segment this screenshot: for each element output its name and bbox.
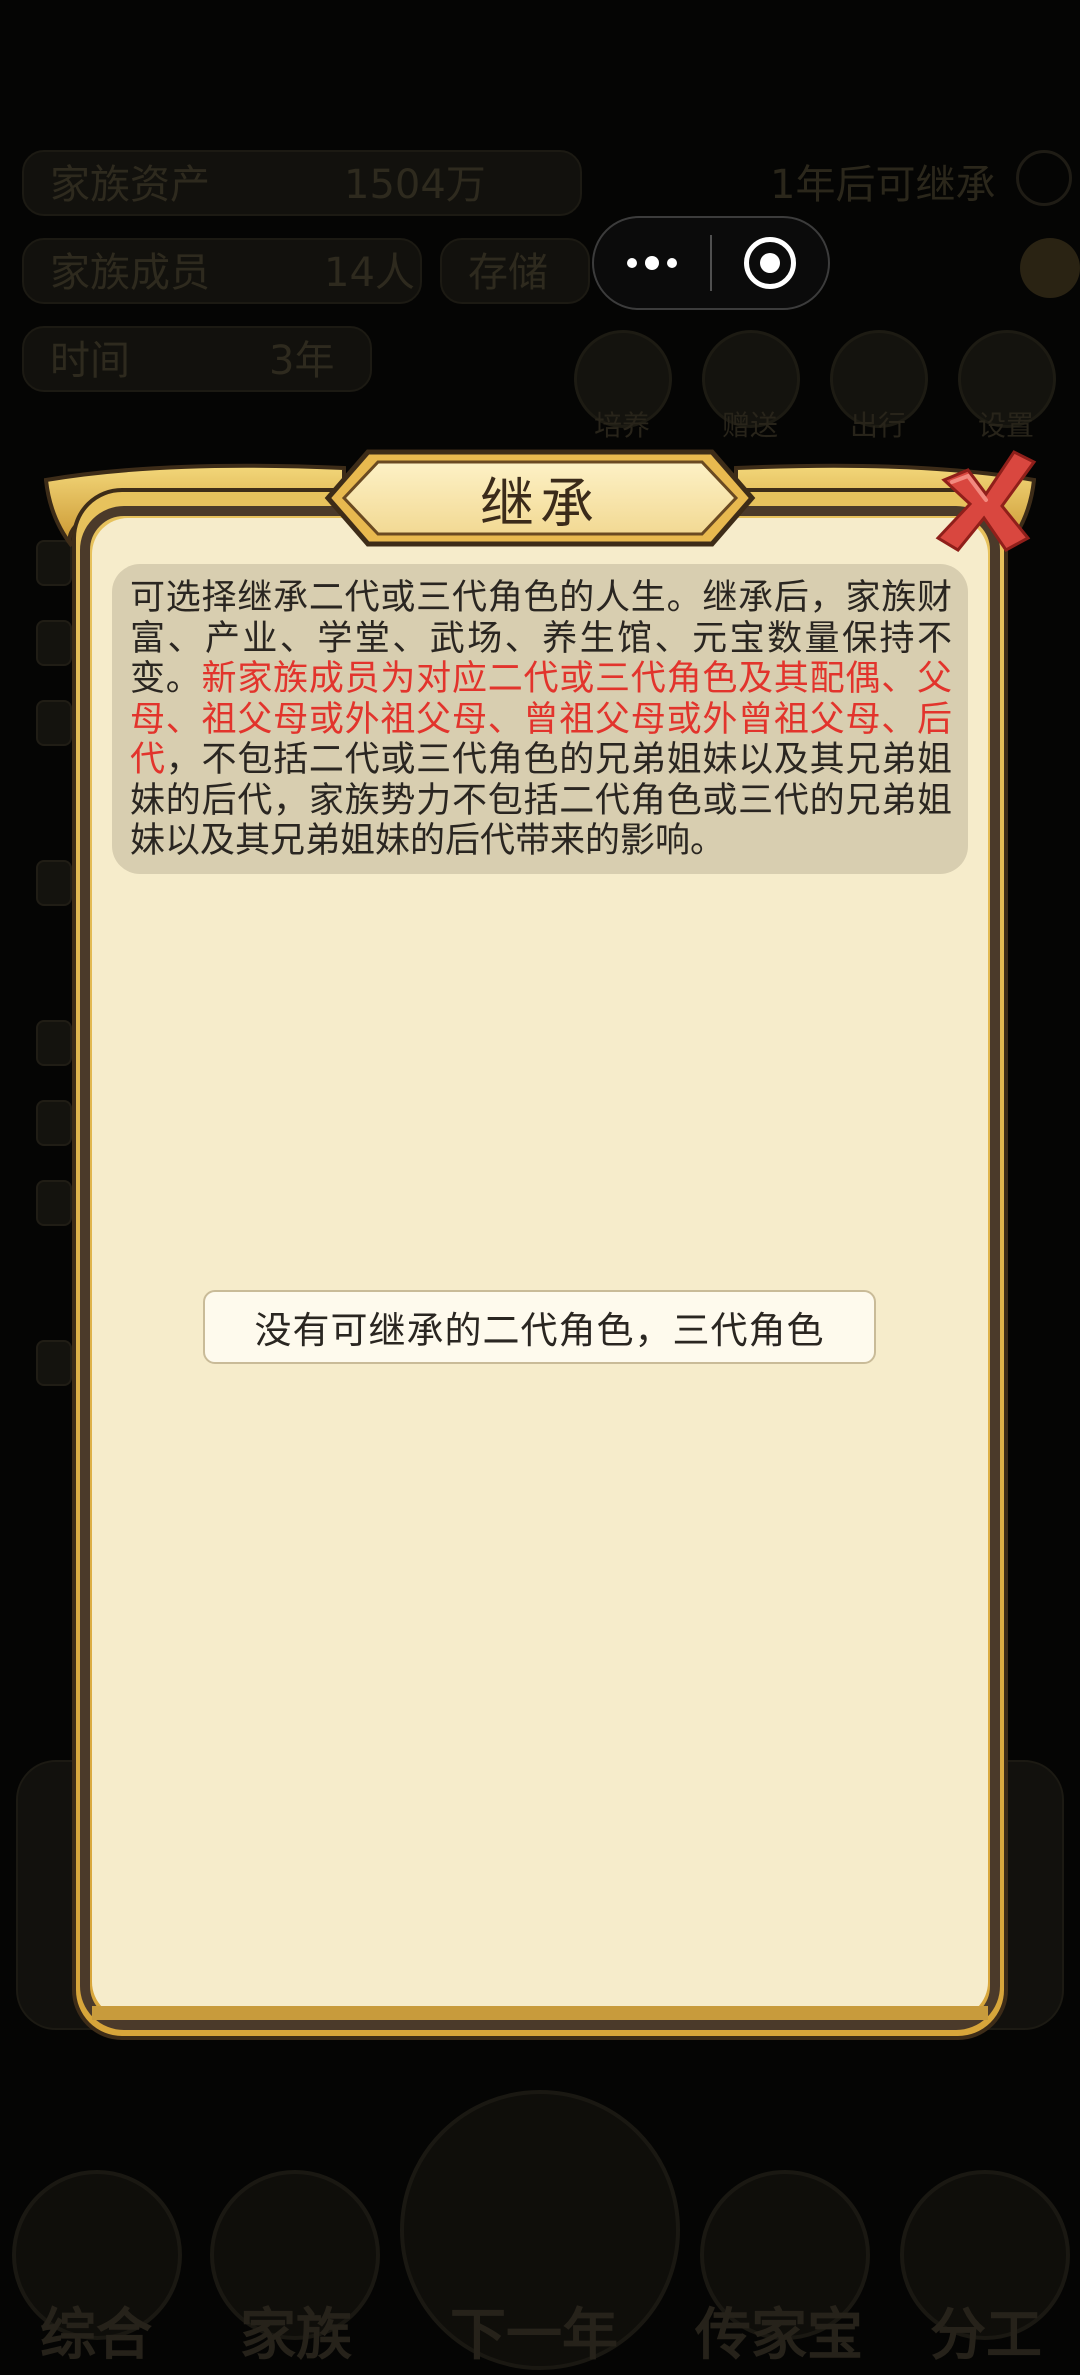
bg-side-marker (36, 1020, 72, 1066)
empty-state-message: 没有可继承的二代角色，三代角色 (203, 1290, 876, 1364)
bg-side-marker (36, 1180, 72, 1226)
more-dots-icon (627, 256, 677, 270)
bg-help-icon (1016, 150, 1072, 206)
description-text-part2: ，不包括二代或三代角色的兄弟姐妹以及其兄弟姐妹的后代，家族势力不包括二代角色或三… (130, 740, 952, 861)
bg-nav-label-4: 传家宝 (695, 2303, 863, 2368)
bg-members-value: 14人 (324, 250, 415, 296)
bg-side-marker (36, 1340, 72, 1386)
bg-nav-label-1: 综合 (40, 2303, 152, 2368)
bg-coin-icon (1020, 238, 1080, 298)
more-button[interactable] (594, 218, 710, 308)
bg-side-marker (36, 700, 72, 746)
bg-assets-row: 家族资产 1504万 (22, 150, 582, 216)
bg-nav-label-3: 下一年 (450, 2303, 618, 2368)
dialog-title: 继承 (480, 471, 600, 535)
bg-top-right-text: 1年后可继承 (770, 162, 996, 208)
bg-assets-label: 家族资产 (50, 162, 210, 208)
bg-time-row: 时间 3年 (22, 326, 372, 392)
bg-side-marker (36, 860, 72, 906)
bg-assets-value: 1504万 (344, 162, 486, 208)
inheritance-description: 可选择继承二代或三代角色的人生。继承后，家族财富、产业、学堂、武场、养生馆、元宝… (112, 564, 968, 874)
miniprogram-capsule (592, 216, 830, 310)
bg-side-marker (36, 1100, 72, 1146)
bg-storage-label: 存储 (468, 250, 548, 296)
game-screen: 家族资产 1504万 1年后可继承 家族成员 14人 存储 时间 3年 培养 赠… (0, 0, 1080, 2375)
bg-members-label: 家族成员 (50, 250, 210, 296)
bg-time-label: 时间 (50, 338, 130, 384)
target-circle-icon (743, 237, 796, 289)
bg-storage-row: 存储 (440, 238, 590, 304)
exit-miniprogram-button[interactable] (712, 218, 828, 308)
red-x-close-icon[interactable] (930, 446, 1040, 556)
bg-time-value: 3年 (269, 338, 335, 384)
bg-members-row: 家族成员 14人 (22, 238, 422, 304)
bg-nav-label-5: 分工 (930, 2303, 1042, 2368)
dialog-bottom-band (92, 2006, 988, 2020)
bg-nav-label-2: 家族 (240, 2303, 352, 2368)
bg-side-marker (36, 620, 72, 666)
